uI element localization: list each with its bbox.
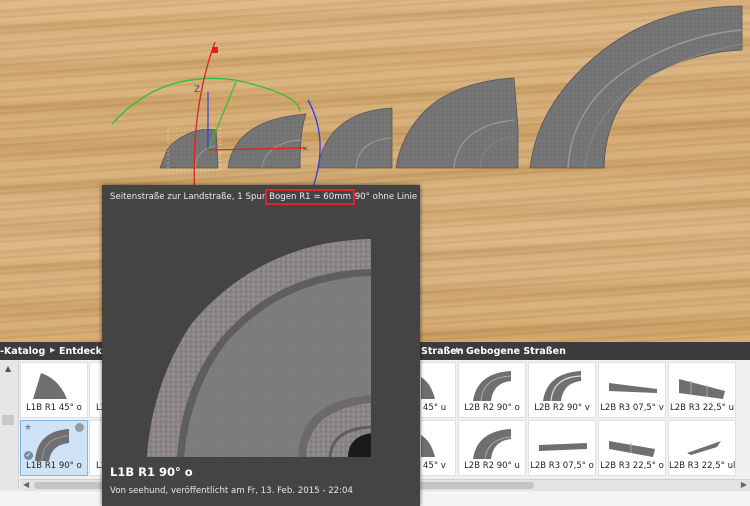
desc-text: Seitenstraße zur Landstraße, 1 Spur (110, 192, 269, 202)
road-piece-2[interactable] (227, 113, 307, 169)
road-thumbnail-icon (609, 441, 655, 457)
catalog-tile[interactable]: L2B R2 90° o (458, 362, 526, 418)
road-thumbnail-icon (609, 383, 657, 393)
catalog-tile[interactable]: L2B R3 22,5° ul (668, 420, 736, 476)
tile-label: L2B R3 07,5° o (530, 461, 594, 471)
road-piece-5[interactable] (529, 5, 743, 169)
scroll-thumb[interactable] (2, 415, 14, 425)
catalog-tile[interactable]: L2B R3 22,5° o (598, 420, 666, 476)
tile-label: L2B R2 90° o (464, 403, 520, 413)
tile-label: L2B R3 22,5° ul (669, 461, 735, 471)
road-thumbnail-icon (473, 429, 512, 460)
tile-label: L1B R1 45° o (26, 403, 82, 413)
road-thumbnail-icon (539, 443, 587, 451)
tile-label: L2B R3 22,5° u (670, 403, 734, 413)
catalog-tile[interactable]: L2B R3 07,5° o (528, 420, 596, 476)
road-thumbnail-icon (679, 379, 725, 399)
road-thumbnail-icon (35, 429, 70, 461)
desc-text: 90° ohne Linie (351, 192, 418, 202)
catalog-tile[interactable]: L2B R2 90° u (458, 420, 526, 476)
catalog-tile-selected[interactable]: ★ ✓ L1B R1 90° o (20, 420, 88, 476)
scroll-up-icon[interactable]: ▲ (5, 364, 11, 373)
scroll-left-icon[interactable]: ◀ (23, 480, 29, 489)
catalog-tile[interactable]: L2 (89, 362, 103, 418)
road-piece-3[interactable] (317, 107, 393, 169)
catalog-tile[interactable]: L2B R3 22,5° u (668, 362, 736, 418)
road-thumbnail-icon (421, 377, 435, 399)
svg-text:×: × (302, 144, 309, 153)
tooltip-description: Seitenstraße zur Landstraße, 1 Spur Boge… (110, 189, 418, 205)
catalog-tile[interactable]: 45° u (420, 362, 456, 418)
catalog-tile[interactable]: L2B R3 07,5° v (598, 362, 666, 418)
road-thumbnail-icon (421, 435, 435, 457)
chevron-right-icon: ▶ (456, 346, 462, 354)
road-thumbnail-icon (473, 371, 512, 402)
gear-icon[interactable] (75, 423, 84, 432)
tile-label: L2B R3 22,5° o (600, 461, 664, 471)
breadcrumb-item-entdecke[interactable]: Entdecke (59, 346, 108, 357)
star-icon[interactable]: ★ (24, 423, 32, 433)
breadcrumb-item-gebogene-strassen[interactable]: Gebogene Straßen (466, 346, 566, 357)
tile-label: L2B R3 07,5° v (600, 403, 664, 413)
scroll-right-icon[interactable]: ▶ (741, 480, 747, 489)
check-icon[interactable]: ✓ (24, 451, 33, 460)
tile-label: L2B R2 90° v (534, 403, 590, 413)
catalog-tile[interactable]: L2 (89, 420, 103, 476)
tile-label: L2B R2 90° u (464, 461, 520, 471)
tile-label: L1B R1 90° o (26, 461, 82, 471)
item-tooltip: Seitenstraße zur Landstraße, 1 Spur Boge… (102, 185, 420, 506)
tooltip-meta: Von seehund, veröffentlicht am Fr, 13. F… (110, 486, 353, 496)
tile-label: 45° v (423, 461, 446, 471)
desc-highlight: Bogen R1 = 60mm (265, 189, 355, 205)
tooltip-item-name: L1B R1 90° o (110, 465, 193, 479)
catalog-tile[interactable]: L1B R1 45° o (20, 362, 88, 418)
road-thumbnail-icon (543, 371, 582, 402)
catalog-tile[interactable]: 45° v (420, 420, 456, 476)
road-thumbnail-icon (687, 441, 721, 455)
breadcrumb-item-katalog[interactable]: -Katalog (0, 346, 45, 357)
road-piece-4[interactable] (395, 77, 519, 169)
gizmo-z-label: Z (194, 85, 200, 95)
catalog-tile[interactable]: L2B R2 90° v (528, 362, 596, 418)
road-preview-image (147, 239, 372, 458)
road-piece-1[interactable] (159, 127, 221, 171)
road-thumbnail-icon (33, 373, 67, 399)
tile-label: 45° u (423, 403, 447, 413)
vertical-scrollbar[interactable]: ▲ (0, 360, 19, 490)
chevron-right-icon: ▶ (50, 346, 56, 354)
